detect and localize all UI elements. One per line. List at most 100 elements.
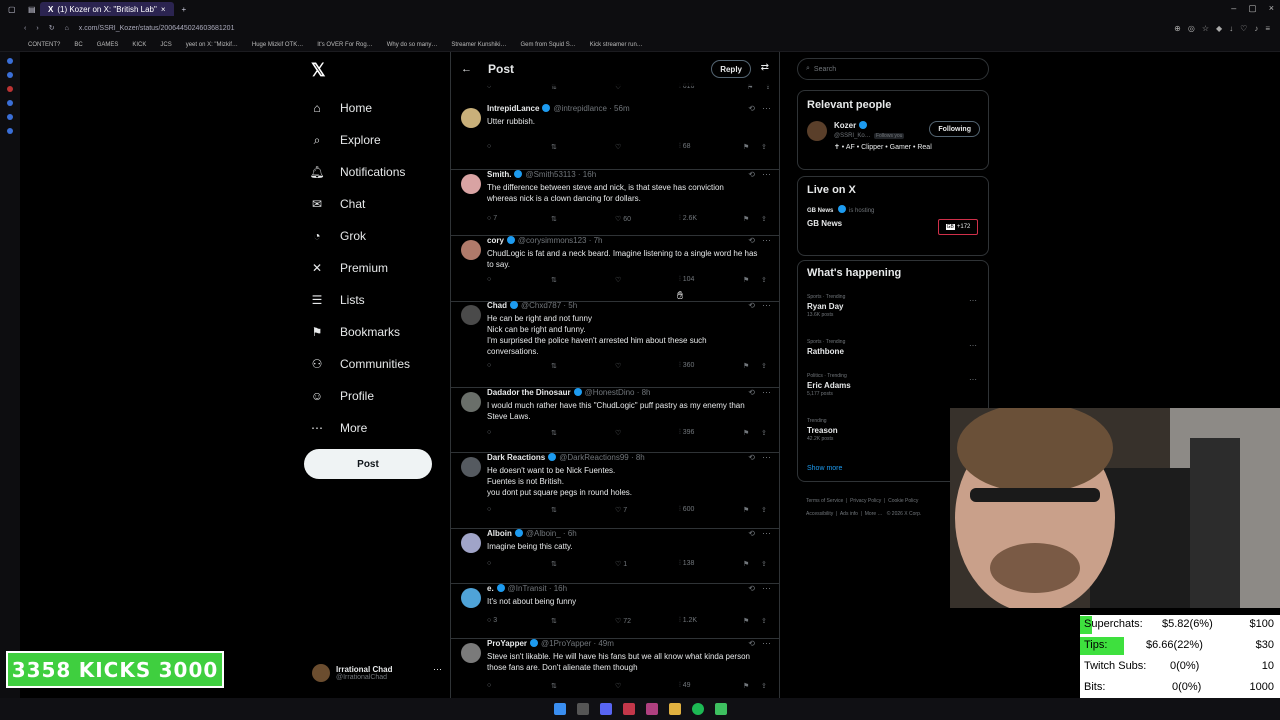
grok-icon[interactable]: ⟲ bbox=[748, 104, 755, 113]
reply-tweet[interactable]: Smith. @Smith53113 · 16h ⟲ ⋯ The differen… bbox=[451, 169, 779, 236]
retweet-icon[interactable]: ⇅ bbox=[551, 429, 557, 437]
windows-start-icon[interactable] bbox=[553, 703, 566, 715]
x-logo-icon[interactable]: 𝕏 bbox=[311, 60, 326, 81]
search-input[interactable]: ⌕ Search bbox=[797, 58, 989, 80]
author-name[interactable]: ProYapper bbox=[487, 639, 527, 648]
retweet-icon[interactable]: ⇅ bbox=[551, 362, 557, 370]
url-field[interactable]: x.com/SSRI_Kozer/status/2006445024603681… bbox=[79, 25, 235, 32]
avatar[interactable] bbox=[807, 121, 827, 141]
trend-item[interactable]: Politics · Trending Eric Adams 5,177 pos… bbox=[807, 373, 977, 398]
reply-tweet[interactable]: IntrepidLance @intrepidlance · 56m ⟲ ⋯ Ut… bbox=[451, 103, 779, 170]
filter-icon[interactable]: ⇄ bbox=[761, 62, 769, 73]
bookmark-icon[interactable]: ⚑ bbox=[743, 143, 749, 151]
tweet-time[interactable]: 16h bbox=[554, 584, 567, 593]
share-icon[interactable]: ⇪ bbox=[761, 276, 767, 284]
reply-icon[interactable]: ○ bbox=[487, 506, 491, 513]
tweet-time[interactable]: 6h bbox=[568, 529, 577, 538]
trend-item[interactable]: Sports · Trending Rathbone ⋯ bbox=[807, 339, 977, 357]
more-dots-icon[interactable]: ⋯ bbox=[762, 452, 771, 463]
workspaces-icon-tab[interactable]: ▤ bbox=[20, 2, 40, 16]
more-dots-icon[interactable]: ⋯ bbox=[969, 296, 977, 305]
bookmark-item[interactable]: It's OVER For Rog… bbox=[317, 42, 373, 48]
author-handle[interactable]: @Smith53113 bbox=[525, 170, 575, 179]
author-name[interactable]: Dadador the Dinosaur bbox=[487, 388, 571, 397]
author-name[interactable]: Chad bbox=[487, 301, 507, 310]
bookmark-icon[interactable]: ⚑ bbox=[743, 215, 749, 223]
bookmark-icon[interactable]: ⚑ bbox=[743, 560, 749, 568]
more-dots-icon[interactable]: ⋯ bbox=[762, 103, 771, 114]
share-icon[interactable]: ⇪ bbox=[761, 215, 767, 223]
heart-icon[interactable]: ♡ bbox=[1240, 24, 1247, 33]
more-dots-icon[interactable]: ⋯ bbox=[762, 169, 771, 180]
show-more-link[interactable]: Show more bbox=[807, 465, 842, 472]
bookmark-item[interactable]: KICK bbox=[132, 42, 146, 48]
share-icon[interactable]: ⇪ bbox=[761, 429, 767, 437]
more-dots-icon[interactable]: ⋯ bbox=[762, 638, 771, 649]
views-icon[interactable]: ⫶ 138 bbox=[679, 560, 694, 568]
views-icon[interactable]: ⫶ 104 bbox=[679, 276, 694, 284]
like-icon[interactable]: ♡ 1 bbox=[615, 560, 627, 568]
reload-icon[interactable]: ↻ bbox=[49, 24, 55, 32]
bookmark-item[interactable]: Why do so many… bbox=[387, 42, 438, 48]
author-name[interactable]: Dark Reactions bbox=[487, 453, 545, 462]
bookmark-icon[interactable]: ⚑ bbox=[743, 276, 749, 284]
author-handle[interactable]: @Alboin_ bbox=[526, 529, 561, 538]
like-icon[interactable]: ♡ bbox=[615, 362, 621, 370]
views-icon[interactable]: ⫶ 2.6K bbox=[679, 215, 697, 223]
grok-icon[interactable]: ⟲ bbox=[748, 453, 755, 462]
like-icon[interactable]: ♡ 60 bbox=[615, 215, 631, 223]
retweet-icon[interactable]: ⇅ bbox=[551, 682, 557, 690]
grok-icon[interactable]: ⟲ bbox=[748, 584, 755, 593]
more-dots-icon[interactable]: ⋯ bbox=[762, 235, 771, 246]
views-icon[interactable]: ⫶ 1.2K bbox=[679, 617, 697, 625]
bookmark-page-icon[interactable]: ☆ bbox=[1202, 24, 1209, 33]
nav-communities[interactable]: ⚇ Communities bbox=[308, 348, 448, 380]
close-window-icon[interactable]: × bbox=[1269, 3, 1274, 14]
reply-icon[interactable]: ○ bbox=[487, 362, 491, 369]
tab-active[interactable]: X (1) Kozer on X: "British Lab" × bbox=[40, 2, 174, 16]
avatar[interactable] bbox=[461, 108, 481, 128]
reply-button[interactable]: Reply bbox=[711, 60, 751, 78]
tweet-time[interactable]: 16h bbox=[583, 170, 596, 179]
grok-icon[interactable]: ⟲ bbox=[748, 388, 755, 397]
author-name[interactable]: cory bbox=[487, 236, 504, 245]
author-handle[interactable]: @corysimmons123 bbox=[518, 236, 587, 245]
reply-icon[interactable]: ○ bbox=[487, 143, 491, 150]
bookmark-item[interactable]: Huge Mizkif OTK… bbox=[252, 42, 303, 48]
spotify-icon[interactable] bbox=[691, 703, 704, 715]
account-switcher[interactable]: Irrational Chad @IrrationalChad ⋯ bbox=[312, 658, 442, 688]
retweet-icon[interactable]: ⇅ bbox=[551, 617, 557, 625]
app-icon[interactable] bbox=[645, 703, 658, 715]
tweet-time[interactable]: 8h bbox=[642, 388, 651, 397]
tweet-time[interactable]: 8h bbox=[636, 453, 645, 462]
avatar[interactable] bbox=[461, 392, 481, 412]
author-name[interactable]: IntrepidLance bbox=[487, 104, 539, 113]
author-name[interactable]: Alboin bbox=[487, 529, 512, 538]
sidebar-icon-tab[interactable]: ▢ bbox=[0, 2, 20, 16]
more-dots-icon[interactable]: ⋯ bbox=[762, 583, 771, 594]
sidebar-app-icon[interactable] bbox=[7, 114, 13, 120]
retweet-icon[interactable]: ⇅ bbox=[551, 276, 557, 284]
views-icon[interactable]: ⫶ 49 bbox=[679, 682, 691, 690]
like-icon[interactable]: ♡ bbox=[615, 143, 621, 151]
reply-icon[interactable]: ○ bbox=[487, 276, 491, 283]
tweet-time[interactable]: 56m bbox=[614, 104, 630, 113]
bookmark-icon[interactable]: ⚑ bbox=[743, 429, 749, 437]
nav-explore[interactable]: ⌕ Explore bbox=[308, 124, 448, 156]
sidebar-app-icon[interactable] bbox=[7, 86, 13, 92]
more-dots-icon[interactable]: ⋯ bbox=[433, 664, 442, 675]
views-icon[interactable]: ⫶ 600 bbox=[679, 506, 694, 514]
author-name[interactable]: e. bbox=[487, 584, 494, 593]
extensions-icon[interactable]: ◎ bbox=[1188, 24, 1195, 33]
views-icon[interactable]: ⫶ 360 bbox=[679, 362, 694, 370]
bookmark-item[interactable]: yeet on X: "Mizkif… bbox=[186, 42, 238, 48]
bookmark-item[interactable]: BC bbox=[74, 42, 82, 48]
nav-lists[interactable]: ☰ Lists bbox=[308, 284, 448, 316]
views-icon[interactable]: ⫶ 396 bbox=[679, 429, 694, 437]
retweet-icon[interactable]: ⇅ bbox=[551, 560, 557, 568]
post-button[interactable]: Post bbox=[304, 449, 432, 479]
reply-icon[interactable]: ○ bbox=[487, 560, 491, 567]
tweet-time[interactable]: 5h bbox=[568, 301, 577, 310]
like-icon[interactable]: ♡ bbox=[615, 276, 621, 284]
nav-more[interactable]: ⋯ More bbox=[308, 412, 448, 444]
